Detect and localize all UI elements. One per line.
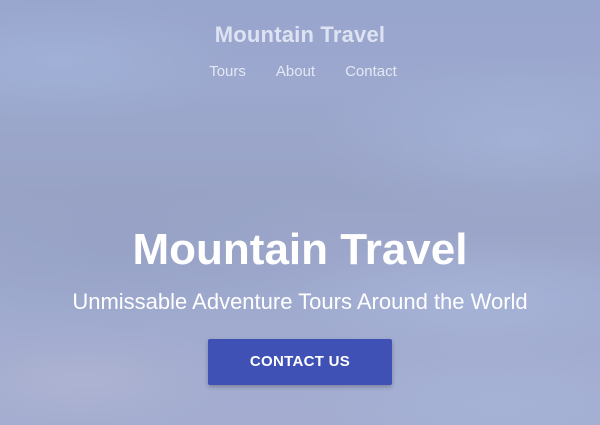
site-title[interactable]: Mountain Travel bbox=[0, 0, 600, 48]
hero-content: Mountain Travel Unmissable Adventure Tou… bbox=[0, 222, 600, 385]
hero-title: Mountain Travel bbox=[132, 225, 468, 274]
hero-background: Mountain Travel Tours About Contact Moun… bbox=[0, 0, 600, 425]
contact-us-button[interactable]: CONTACT US bbox=[208, 339, 392, 385]
main-nav: Tours About Contact bbox=[0, 63, 600, 80]
nav-link-contact[interactable]: Contact bbox=[345, 63, 397, 80]
nav-link-tours[interactable]: Tours bbox=[209, 63, 246, 80]
hero-subtitle: Unmissable Adventure Tours Around the Wo… bbox=[72, 289, 528, 314]
site-header: Mountain Travel Tours About Contact bbox=[0, 0, 600, 80]
nav-link-about[interactable]: About bbox=[276, 63, 315, 80]
